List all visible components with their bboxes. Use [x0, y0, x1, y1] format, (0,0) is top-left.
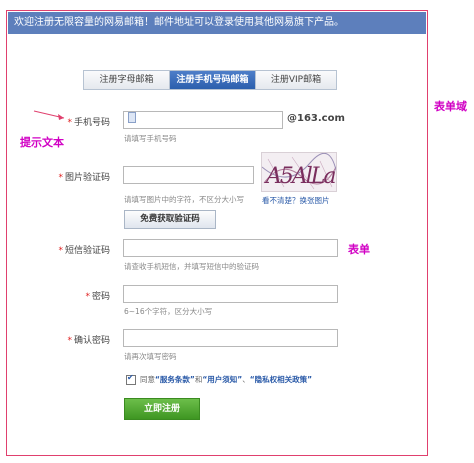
annotation-arrow-icon: [33, 110, 65, 120]
captcha-image[interactable]: A5AlLa: [261, 152, 337, 192]
captcha-label: * 图片验证码: [30, 170, 110, 183]
confirm-password-label-text: 确认密码: [73, 336, 110, 346]
agreement-separator: 、: [242, 375, 250, 384]
agreement-and: 和: [194, 375, 203, 384]
welcome-banner: 欢迎注册无限容量的网易邮箱！邮件地址可以登录使用其他网易旗下产品。: [8, 12, 426, 34]
tab-phone-mailbox[interactable]: 注册手机号码邮箱: [170, 71, 256, 89]
sms-code-label: * 短信验证码: [30, 243, 110, 256]
captcha-hint: 请填写图片中的字符，不区分大小写: [124, 195, 244, 204]
refresh-captcha-link[interactable]: 看不清楚？换张图片: [262, 195, 330, 206]
phone-hint: 请填写手机号码: [124, 134, 177, 143]
phone-icon: [128, 112, 136, 123]
terms-of-service-link[interactable]: “服务条款”: [155, 374, 195, 385]
required-mark: *: [67, 336, 72, 346]
form-area-annotation: 表单域: [434, 100, 467, 113]
registration-tabs: 注册字母邮箱 注册手机号码邮箱 注册VIP邮箱: [83, 70, 337, 90]
captcha-input[interactable]: [123, 166, 254, 184]
agreement-row: 同意 “服务条款” 和 “用户须知” 、 “隐私权相关政策”: [126, 373, 312, 385]
captcha-noise-graphic: A5AlLa: [262, 153, 336, 190]
sms-code-hint: 请查收手机短信，并填写短信中的验证码: [124, 262, 259, 271]
captcha-label-text: 图片验证码: [64, 173, 110, 183]
password-input[interactable]: [123, 285, 338, 303]
required-mark: *: [58, 173, 63, 183]
phone-label-text: 手机号码: [73, 118, 110, 128]
password-label: * 密码: [30, 289, 110, 302]
hint-text-annotation: 提示文本: [20, 136, 64, 149]
user-notice-link[interactable]: “用户须知”: [202, 374, 242, 385]
confirm-password-label: * 确认密码: [30, 333, 110, 346]
captcha-text: A5AlLa: [264, 164, 335, 189]
phone-input[interactable]: [123, 111, 283, 129]
sms-code-label-text: 短信验证码: [64, 246, 110, 256]
email-domain-suffix: @163.com: [287, 113, 345, 124]
tab-vip-mailbox[interactable]: 注册VIP邮箱: [256, 71, 336, 89]
required-mark: *: [58, 246, 63, 256]
password-hint: 6~16个字符，区分大小写: [124, 307, 213, 316]
required-mark: *: [85, 292, 90, 302]
register-button[interactable]: 立即注册: [124, 398, 200, 420]
agreement-prefix: 同意: [140, 375, 155, 384]
form-annotation: 表单: [348, 243, 370, 256]
confirm-password-hint: 请再次填写密码: [124, 352, 177, 361]
agreement-checkbox[interactable]: [126, 373, 136, 385]
password-label-text: 密码: [91, 292, 110, 302]
confirm-password-input[interactable]: [123, 329, 338, 347]
get-sms-code-button[interactable]: 免费获取验证码: [124, 210, 216, 229]
tab-letter-mailbox[interactable]: 注册字母邮箱: [84, 71, 170, 89]
privacy-policy-link[interactable]: “隐私权相关政策”: [250, 374, 312, 385]
sms-code-input[interactable]: [123, 239, 338, 257]
